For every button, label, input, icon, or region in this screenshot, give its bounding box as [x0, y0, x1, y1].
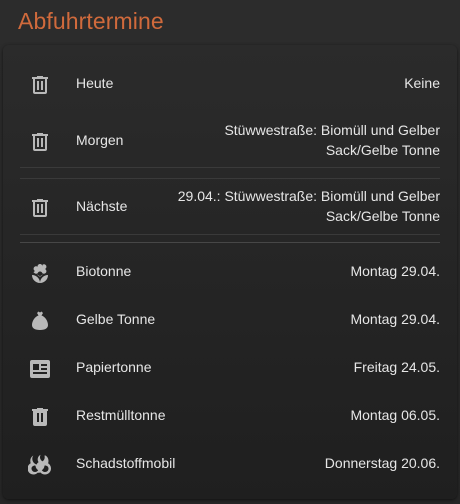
sack-icon — [28, 309, 52, 333]
waste-schedule-card: Heute Keine Morgen Stüwwestraße: Biomüll… — [3, 45, 457, 499]
row-value: Freitag 24.05. — [353, 359, 440, 375]
row-label: Nächste — [76, 198, 128, 214]
row-value: Montag 29.04. — [350, 263, 440, 279]
biohazard-icon — [28, 453, 52, 477]
section-divider — [20, 242, 440, 243]
row-label: Schadstoffmobil — [76, 455, 176, 471]
row-value: Keine — [404, 75, 440, 91]
row-label: Morgen — [76, 132, 124, 148]
newspaper-icon — [28, 357, 52, 381]
row-label: Papiertonne — [76, 359, 152, 375]
divider — [20, 178, 440, 179]
row-label: Biotonne — [76, 263, 132, 279]
divider — [20, 234, 440, 235]
row-label: Gelbe Tonne — [76, 311, 156, 327]
row-label: Restmülltonne — [76, 407, 166, 423]
row-value: 29.04.: Stüwwestraße: Biomüll und Gelber… — [177, 188, 440, 224]
row-value: Montag 06.05. — [350, 407, 440, 423]
trash-can-icon — [28, 130, 52, 154]
row-value: Stüwwestraße: Biomüll und Gelber Sack/Ge… — [224, 122, 440, 158]
trash-can-icon — [28, 196, 52, 220]
page: Abfuhrtermine Heute Keine Morgen Stüwwes… — [0, 0, 460, 504]
row-value: Donnerstag 20.06. — [324, 455, 440, 471]
flower-icon — [28, 261, 52, 285]
row-label: Heute — [76, 75, 114, 91]
row-value: Montag 29.04. — [350, 311, 440, 327]
divider — [20, 167, 440, 168]
card-title: Abfuhrtermine — [18, 8, 164, 34]
trash-can-icon — [28, 73, 52, 97]
trash-can-icon — [28, 405, 52, 429]
